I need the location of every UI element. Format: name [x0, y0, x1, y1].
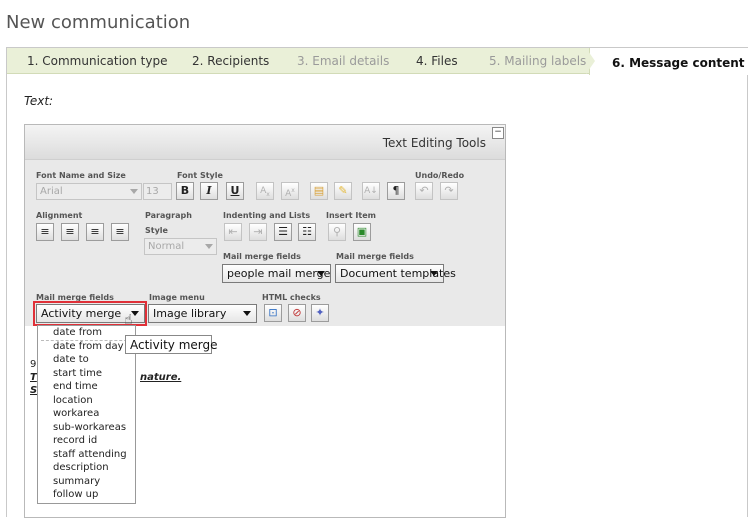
image-library-select[interactable]: Image library	[148, 304, 257, 323]
tab-mailing-labels[interactable]: 5. Mailing labels	[489, 54, 586, 68]
chevron-down-icon	[317, 271, 325, 276]
image-library-value: Image library	[153, 307, 227, 320]
paragraph-style-select[interactable]: Normal	[144, 238, 217, 255]
chevron-down-icon	[205, 244, 213, 249]
group-label-html-checks: HTML checks	[262, 293, 321, 302]
list-item[interactable]: date from day	[53, 341, 124, 352]
people-mail-merge-select[interactable]: people mail merge	[222, 264, 331, 283]
content-fragment: T	[30, 372, 37, 383]
tab-arrow	[586, 48, 595, 74]
link-icon[interactable]: ⚲	[328, 223, 346, 241]
superscript-icon[interactable]: Ax	[281, 182, 299, 200]
group-label-font-style: Font Style	[177, 171, 223, 180]
group-label-alignment: Alignment	[36, 211, 83, 220]
content-fragment: 9	[30, 359, 37, 370]
text-field-label: Text:	[24, 94, 54, 108]
align-center-icon[interactable]: ≡	[61, 223, 79, 241]
html-errors-icon[interactable]: ⊘	[288, 304, 306, 322]
people-mail-merge-value: people mail merge	[227, 267, 331, 280]
chevron-down-icon	[243, 311, 251, 316]
bullet-list-icon[interactable]: ☰	[274, 223, 292, 241]
subscript-icon[interactable]: Ax	[256, 182, 274, 200]
list-item[interactable]: date from	[53, 327, 102, 338]
underline-button[interactable]: U	[226, 182, 244, 200]
group-label-image-menu: Image menu	[149, 293, 205, 302]
list-item[interactable]: workarea	[53, 408, 99, 419]
group-label-undo-redo: Undo/Redo	[415, 171, 465, 180]
group-label-style: Style	[145, 226, 168, 235]
toolbar-title: Text Editing Tools	[382, 136, 486, 150]
content-fragment: nature.	[140, 372, 182, 383]
align-left-icon[interactable]: ≡	[36, 223, 54, 241]
font-name-value: Arial	[40, 186, 63, 197]
list-item[interactable]: summary	[53, 476, 100, 487]
html-clean-icon[interactable]: ✦	[311, 304, 329, 322]
redo-icon[interactable]: ↷	[440, 182, 458, 200]
chevron-down-icon	[430, 271, 438, 276]
list-item[interactable]: follow up	[53, 489, 98, 500]
image-icon[interactable]: ▣	[353, 223, 371, 241]
chevron-down-icon	[130, 189, 138, 194]
group-label-indenting: Indenting and Lists	[223, 211, 311, 220]
tooltip: Activity merge	[125, 335, 218, 354]
italic-button[interactable]: I	[200, 182, 218, 200]
activity-merge-dropdown-list: date from date from day date to start ti…	[37, 325, 136, 504]
numbered-list-icon[interactable]: ☷	[298, 223, 316, 241]
group-label-mail-merge-docs: Mail merge fields	[336, 252, 414, 261]
list-item[interactable]: location	[53, 395, 93, 406]
list-item[interactable]: start time	[53, 368, 102, 379]
tab-communication-type[interactable]: 1. Communication type	[27, 54, 167, 68]
document-templates-select[interactable]: Document templates	[335, 264, 456, 283]
tab-recipients[interactable]: 2. Recipients	[192, 54, 269, 68]
list-item[interactable]: record id	[53, 435, 97, 446]
tab-message-content[interactable]: 6. Message content	[612, 56, 745, 70]
group-label-insert-item: Insert Item	[326, 211, 376, 220]
page-title: New communication	[6, 12, 191, 33]
group-label-mail-merge-people: Mail merge fields	[223, 252, 301, 261]
list-item[interactable]: date to	[53, 354, 89, 365]
indent-icon[interactable]: ⇥	[249, 223, 267, 241]
document-templates-value: Document templates	[340, 267, 456, 280]
html-validate-icon[interactable]: ⊡	[264, 304, 282, 322]
undo-icon[interactable]: ↶	[415, 182, 433, 200]
tab-email-details[interactable]: 3. Email details	[297, 54, 389, 68]
align-right-icon[interactable]: ≡	[86, 223, 104, 241]
pilcrow-icon[interactable]: ¶	[387, 182, 405, 200]
font-size-select[interactable]: 13	[143, 183, 172, 200]
group-label-font: Font Name and Size	[36, 171, 126, 180]
paste-icon[interactable]: ▤	[310, 182, 328, 200]
paragraph-style-value: Normal	[148, 241, 185, 252]
collapse-toolbar-button[interactable]: −	[492, 127, 504, 139]
list-item[interactable]: sub-workareas	[53, 422, 126, 433]
font-name-select[interactable]: Arial	[36, 183, 142, 200]
outdent-icon[interactable]: ⇤	[224, 223, 242, 241]
tab-files[interactable]: 4. Files	[416, 54, 458, 68]
list-item[interactable]: staff attending	[53, 449, 127, 460]
font-size-value: 13	[146, 186, 159, 197]
list-item[interactable]: end time	[53, 381, 98, 392]
align-justify-icon[interactable]: ≡	[111, 223, 129, 241]
spellcheck-icon[interactable]: A↓	[362, 182, 380, 200]
eraser-icon[interactable]: ✎	[334, 182, 352, 200]
bold-button[interactable]: B	[176, 182, 194, 200]
list-item[interactable]: description	[53, 462, 109, 473]
group-label-paragraph: Paragraph	[145, 211, 192, 220]
